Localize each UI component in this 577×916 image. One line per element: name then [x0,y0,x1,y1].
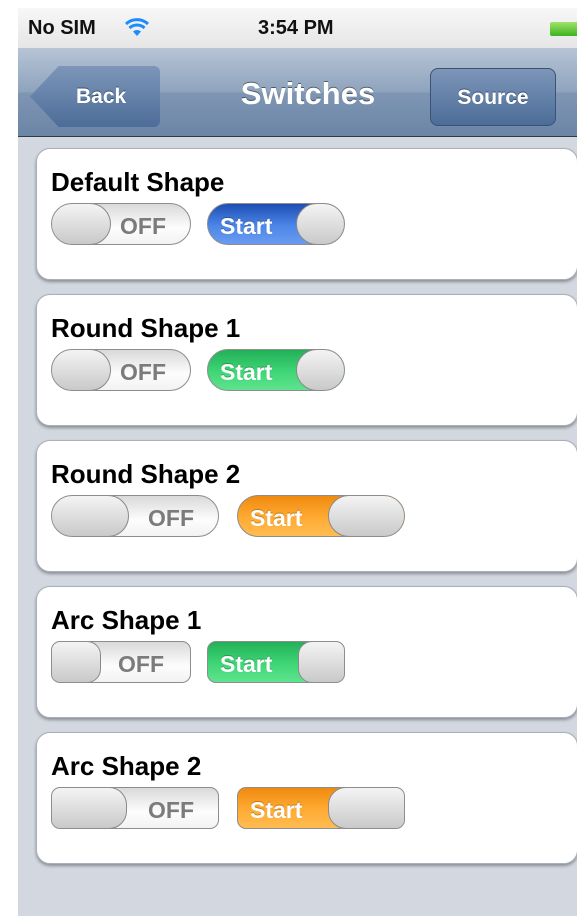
switch-knob[interactable] [328,496,404,536]
off-switch[interactable]: OFF [51,349,191,391]
start-label: Start [250,797,303,823]
source-button[interactable]: Source [430,68,556,126]
switch-knob[interactable] [52,788,127,828]
section-title: Round Shape 1 [51,313,241,343]
off-label: OFF [148,505,194,531]
off-switch[interactable]: OFF [51,787,219,829]
battery-icon [550,22,577,36]
start-switch[interactable]: Start [207,349,345,391]
section-round-shape-1: Round Shape 1 OFF Start [36,294,577,426]
start-switch[interactable]: Start [237,787,405,829]
section-arc-shape-2: Arc Shape 2 OFF Start [36,732,577,864]
switch-knob[interactable] [52,642,101,682]
start-switch[interactable]: Start [207,641,345,683]
off-label: OFF [120,359,166,385]
back-button[interactable]: Back [30,66,160,127]
switch-knob[interactable] [296,350,344,390]
section-title: Default Shape [51,167,225,197]
off-label: OFF [118,651,164,677]
section-title: Round Shape 2 [51,459,241,489]
wifi-icon [124,16,150,38]
off-label: OFF [148,797,194,823]
status-bar: No SIM 3:54 PM [18,8,577,48]
off-switch[interactable]: OFF [51,203,191,245]
start-label: Start [220,651,273,677]
switch-knob[interactable] [52,350,111,390]
off-switch[interactable]: OFF [51,641,191,683]
switch-knob[interactable] [328,788,404,828]
section-default-shape: Default Shape OFF Start [36,148,577,280]
back-button-label: Back [76,85,127,108]
start-label: Start [220,359,273,385]
off-switch[interactable]: OFF [51,495,219,537]
section-title: Arc Shape 2 [51,751,202,781]
switch-knob[interactable] [296,204,344,244]
switch-knob[interactable] [52,496,129,536]
navigation-bar: Back Switches Source [18,48,577,137]
status-time: 3:54 PM [258,17,334,39]
switch-knob[interactable] [298,642,344,682]
section-round-shape-2: Round Shape 2 OFF Start [36,440,577,572]
section-title: Arc Shape 1 [51,605,202,635]
start-switch[interactable]: Start [237,495,405,537]
carrier-label: No SIM [28,17,96,39]
start-label: Start [220,213,273,239]
phone-screen: No SIM 3:54 PM Back Switches Source Defa… [18,8,577,916]
section-arc-shape-1: Arc Shape 1 OFF Start [36,586,577,718]
start-switch[interactable]: Start [207,203,345,245]
switch-knob[interactable] [52,204,111,244]
off-label: OFF [120,213,166,239]
source-button-label: Source [457,86,529,109]
page-title: Switches [240,76,376,111]
start-label: Start [250,505,303,531]
